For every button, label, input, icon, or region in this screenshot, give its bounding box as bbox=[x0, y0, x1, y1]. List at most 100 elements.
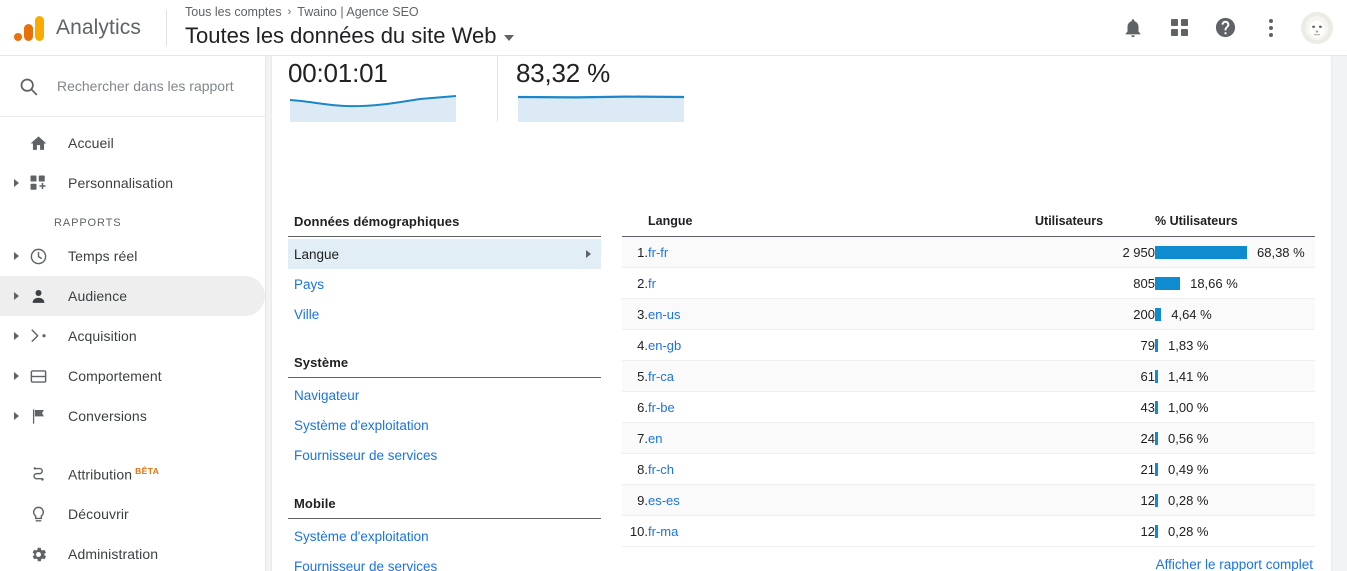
breadcrumb-account[interactable]: Tous les comptes bbox=[185, 4, 282, 20]
percent-bar-wrap: 0,28 % bbox=[1155, 524, 1315, 539]
breadcrumb-property[interactable]: Twaino | Agence SEO bbox=[297, 4, 418, 20]
metric-card-bounce-rate[interactable]: 83,32 % bbox=[497, 56, 688, 122]
row-percent: 68,38 % bbox=[1155, 236, 1315, 268]
table-row[interactable]: 3. en-us 200 4,64 % bbox=[622, 298, 1315, 330]
dimension-link[interactable]: en-gb bbox=[648, 338, 681, 353]
help-icon[interactable] bbox=[1209, 12, 1241, 44]
customization-icon bbox=[26, 174, 50, 192]
languages-table: Langue Utilisateurs % Utilisateurs 1. fr-… bbox=[622, 214, 1315, 547]
percent-bar-wrap: 0,28 % bbox=[1155, 493, 1315, 508]
dimension-item-mobile-systeme-exploitation[interactable]: Système d'exploitation bbox=[288, 521, 601, 551]
dimension-item-fournisseur-services[interactable]: Fournisseur de services bbox=[288, 440, 601, 470]
apps-grid-icon[interactable] bbox=[1163, 12, 1195, 44]
view-full-report-link[interactable]: Afficher le rapport complet bbox=[1156, 557, 1313, 571]
top-bar: Analytics Tous les comptes › Twaino | Ag… bbox=[0, 0, 1347, 56]
dimension-item-mobile-fournisseur-services[interactable]: Fournisseur de services bbox=[288, 551, 601, 571]
percent-label: 0,56 % bbox=[1168, 430, 1209, 446]
dimension-item-label: Fournisseur de services bbox=[294, 447, 438, 463]
sidebar-item-conversions[interactable]: Conversions bbox=[0, 396, 265, 436]
dimension-link[interactable]: fr bbox=[648, 276, 656, 291]
dimension-link[interactable]: es-es bbox=[648, 493, 680, 508]
row-dimension: en-us bbox=[648, 298, 1035, 330]
sidebar-item-label: Comportement bbox=[68, 368, 162, 384]
behavior-icon bbox=[26, 367, 50, 386]
row-users: 12 bbox=[1035, 484, 1155, 516]
metric-value: 00:01:01 bbox=[288, 58, 388, 88]
brand-block[interactable]: Analytics bbox=[0, 0, 166, 55]
sidebar-item-attribution[interactable]: Attribution BÊTA bbox=[0, 454, 265, 494]
dimension-item-pays[interactable]: Pays bbox=[288, 269, 601, 299]
main-content: 00:01:01 83,32 % Données démographiques … bbox=[266, 56, 1347, 571]
table-head: Langue Utilisateurs % Utilisateurs bbox=[622, 214, 1315, 237]
sidebar-item-audience[interactable]: Audience bbox=[0, 276, 265, 316]
dimension-item-navigateur[interactable]: Navigateur bbox=[288, 380, 601, 410]
percent-label: 0,28 % bbox=[1168, 492, 1209, 508]
percent-bar bbox=[1155, 338, 1158, 352]
row-percent: 0,28 % bbox=[1155, 484, 1315, 516]
row-users: 79 bbox=[1035, 329, 1155, 361]
more-options-icon[interactable] bbox=[1255, 12, 1287, 44]
row-rank: 2. bbox=[622, 267, 648, 299]
dimension-item-systeme-exploitation[interactable]: Système d'exploitation bbox=[288, 410, 601, 440]
sidebar-item-label: Acquisition bbox=[68, 328, 137, 344]
sidebar-item-accueil[interactable]: Accueil bbox=[0, 123, 265, 163]
column-header-percent-users[interactable]: % Utilisateurs bbox=[1155, 214, 1315, 237]
dimension-link[interactable]: fr-ca bbox=[648, 369, 674, 384]
metric-card-avg-session-duration[interactable]: 00:01:01 bbox=[288, 56, 479, 122]
table-row[interactable]: 5. fr-ca 61 1,41 % bbox=[622, 360, 1315, 392]
row-percent: 18,66 % bbox=[1155, 267, 1315, 299]
dimension-link[interactable]: fr-ch bbox=[648, 462, 674, 477]
table-row[interactable]: 2. fr 805 18,66 % bbox=[622, 267, 1315, 299]
percent-bar-wrap: 1,00 % bbox=[1155, 400, 1315, 415]
percent-bar bbox=[1155, 369, 1158, 383]
dimension-item-label: Système d'exploitation bbox=[294, 417, 429, 433]
sidebar-item-acquisition[interactable]: Acquisition bbox=[0, 316, 265, 356]
table-row[interactable]: 10. fr-ma 12 0,28 % bbox=[622, 515, 1315, 547]
sidebar-item-administration[interactable]: Administration bbox=[0, 534, 265, 571]
sidebar-item-comportement[interactable]: Comportement bbox=[0, 356, 265, 396]
sidebar-item-label: Conversions bbox=[68, 408, 147, 424]
table-row[interactable]: 9. es-es 12 0,28 % bbox=[622, 484, 1315, 516]
table-row[interactable]: 6. fr-be 43 1,00 % bbox=[622, 391, 1315, 423]
row-rank: 7. bbox=[622, 422, 648, 454]
row-rank: 6. bbox=[622, 391, 648, 423]
table-row[interactable]: 8. fr-ch 21 0,49 % bbox=[622, 453, 1315, 485]
column-header-users[interactable]: Utilisateurs bbox=[1035, 214, 1155, 237]
home-icon bbox=[26, 134, 50, 153]
row-users: 61 bbox=[1035, 360, 1155, 392]
row-dimension: fr bbox=[648, 267, 1035, 299]
dimension-link[interactable]: en-us bbox=[648, 307, 681, 322]
dimension-item-langue[interactable]: Langue bbox=[288, 239, 601, 269]
view-selector[interactable]: Toutes les données du site Web bbox=[185, 21, 1117, 51]
notifications-bell-icon[interactable] bbox=[1117, 12, 1149, 44]
sidebar-search[interactable]: Rechercher dans les rapport bbox=[0, 56, 265, 117]
search-input-placeholder[interactable]: Rechercher dans les rapport bbox=[57, 78, 234, 94]
sidebar-item-personnalisation[interactable]: Personnalisation bbox=[0, 163, 265, 203]
dimension-link[interactable]: fr-fr bbox=[648, 245, 668, 260]
table-row[interactable]: 1. fr-fr 2 950 68,38 % bbox=[622, 236, 1315, 268]
chevron-down-icon bbox=[504, 35, 515, 41]
dimension-link[interactable]: fr-be bbox=[648, 400, 675, 415]
percent-bar bbox=[1155, 431, 1158, 445]
dimension-item-ville[interactable]: Ville bbox=[288, 299, 601, 329]
sidebar-item-label: Audience bbox=[68, 288, 128, 304]
sidebar-item-temps-reel[interactable]: Temps réel bbox=[0, 236, 265, 276]
sidebar-item-decouvrir[interactable]: Découvrir bbox=[0, 494, 265, 534]
row-percent: 1,00 % bbox=[1155, 391, 1315, 423]
dimension-link[interactable]: en bbox=[648, 431, 662, 446]
brand-name: Analytics bbox=[56, 15, 141, 39]
table-row[interactable]: 4. en-gb 79 1,83 % bbox=[622, 329, 1315, 361]
row-percent: 0,49 % bbox=[1155, 453, 1315, 485]
data-table-panel: Langue Utilisateurs % Utilisateurs 1. fr-… bbox=[622, 214, 1315, 571]
expand-arrow-icon bbox=[8, 332, 24, 340]
expand-arrow-icon bbox=[8, 292, 24, 300]
expand-arrow-icon bbox=[8, 179, 24, 187]
table-row[interactable]: 7. en 24 0,56 % bbox=[622, 422, 1315, 454]
google-analytics-logo-icon bbox=[12, 11, 46, 45]
percent-label: 18,66 % bbox=[1190, 275, 1238, 291]
column-header-dimension[interactable]: Langue bbox=[648, 214, 1035, 237]
dimension-link[interactable]: fr-ma bbox=[648, 524, 678, 539]
row-dimension: fr-ca bbox=[648, 360, 1035, 392]
row-rank: 8. bbox=[622, 453, 648, 485]
account-avatar[interactable] bbox=[1301, 11, 1333, 44]
